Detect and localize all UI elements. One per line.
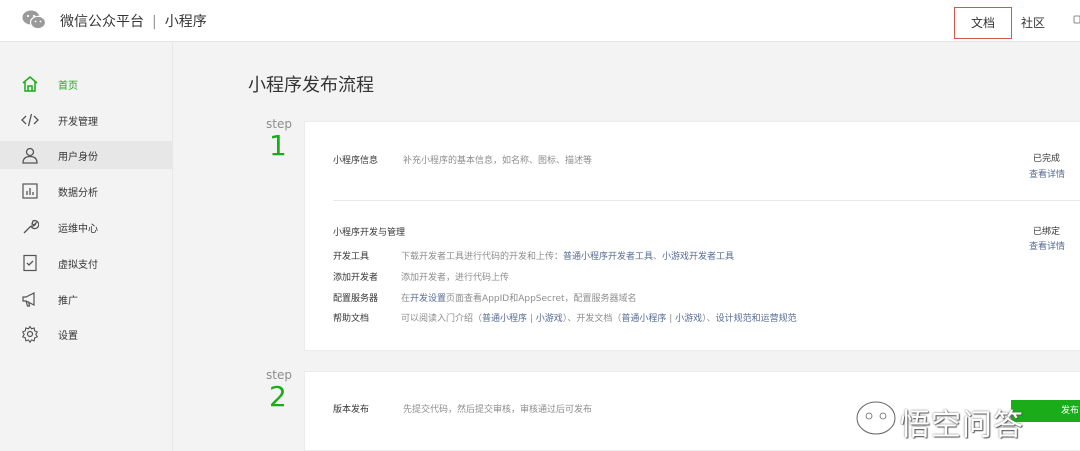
dev-tools-label: 开发工具 [333, 252, 370, 262]
wukong-logo-icon [855, 400, 897, 436]
step-number: 2 [269, 380, 287, 413]
minigame-devtools-link[interactable]: 小游戏开发者工具 [662, 252, 734, 262]
sidebar-item-label: 用户身份 [58, 152, 98, 163]
wrench-icon [23, 219, 39, 234]
sidebar-item-user-identity[interactable]: 用户身份 [0, 141, 172, 169]
user-icon [22, 147, 38, 164]
page-title: 小程序发布流程 [248, 75, 374, 96]
sidebar-item-ops-center[interactable]: 运维中心 [0, 213, 172, 241]
bar-separator: | [527, 314, 536, 324]
step-1-card: 小程序信息 补充小程序的基本信息，如名称、图标、描述等 已完成 查看详情 小程序… [304, 121, 1080, 351]
mini-program-info-title: 小程序信息 [333, 156, 379, 166]
sidebar-item-label: 数据分析 [58, 188, 98, 199]
config-server-text: 在开发设置页面查看AppID和AppSecret，配置服务器域名 [401, 291, 637, 304]
release-title: 版本发布 [333, 405, 370, 415]
sidebar-item-data-analysis[interactable]: 数据分析 [0, 177, 172, 205]
release-desc: 先提交代码，然后提交审核，审核通过后可发布 [403, 405, 593, 415]
docs-link[interactable]: 文档 [954, 7, 1012, 39]
brand-separator: | [152, 14, 157, 30]
config-server-post: 页面查看AppID和AppSecret，配置服务器域名 [446, 294, 637, 304]
docs-standard-link[interactable]: 普通小程序 [621, 314, 666, 324]
payment-icon [23, 254, 37, 272]
config-server-label: 配置服务器 [333, 294, 379, 304]
view-details-link[interactable]: 查看详情 [1029, 167, 1065, 180]
sidebar-item-label: 设置 [58, 331, 78, 342]
view-details-link[interactable]: 查看详情 [1029, 239, 1065, 252]
gear-icon [21, 325, 39, 343]
dev-management-title: 小程序开发与管理 [333, 228, 406, 238]
product-name: 小程序 [164, 14, 207, 30]
add-developer-label: 添加开发者 [333, 273, 379, 283]
section-divider [333, 200, 1080, 201]
community-link[interactable]: 社区 [1021, 14, 1045, 31]
intro-standard-link[interactable]: 普通小程序 [482, 314, 527, 324]
mini-program-info-desc: 补充小程序的基本信息，如名称、图标、描述等 [403, 156, 593, 166]
code-icon [21, 113, 39, 127]
watermark-text: 悟空问答 [900, 408, 1024, 443]
sidebar-item-label: 首页 [58, 81, 78, 92]
intro-minigame-link[interactable]: 小游戏 [536, 314, 563, 324]
dev-settings-link[interactable]: 开发设置 [410, 294, 446, 304]
brand-title[interactable]: 微信公众平台 | 小程序 [60, 11, 207, 31]
bar-separator: | [666, 314, 676, 324]
wechat-logo-icon[interactable] [22, 9, 46, 31]
home-icon [22, 76, 38, 92]
status-completed: 已完成 [1033, 154, 1061, 164]
status-bound: 已绑定 [1033, 227, 1061, 237]
add-developer-text: 添加开发者，进行代码上传 [401, 273, 510, 283]
chart-icon [22, 183, 38, 199]
and-text: 和 [751, 314, 761, 324]
step-number: 1 [269, 129, 287, 162]
help-docs-mid: ）、开发文档（ [562, 314, 622, 324]
megaphone-icon [22, 292, 35, 307]
standard-devtools-link[interactable]: 普通小程序开发者工具 [563, 252, 653, 262]
dev-tools-text: 下载开发者工具进行代码的开发和上传：普通小程序开发者工具、小游戏开发者工具 [401, 249, 734, 262]
sidebar-item-settings[interactable]: 设置 [0, 320, 172, 348]
sidebar-item-label: 开发管理 [58, 117, 98, 128]
link-separator: 、 [653, 252, 663, 262]
brand-name: 微信公众平台 [60, 14, 144, 30]
docs-minigame-link[interactable]: 小游戏 [675, 314, 702, 324]
sidebar-item-dev-management[interactable]: 开发管理 [0, 106, 172, 134]
help-docs-label: 帮助文档 [333, 314, 370, 324]
config-server-pre: 在 [401, 294, 411, 304]
sidebar-item-virtual-payment[interactable]: 虚拟支付 [0, 249, 172, 277]
dev-tools-desc: 下载开发者工具进行代码的开发和上传： [401, 252, 564, 262]
sidebar-item-label: 推广 [58, 296, 78, 307]
help-docs-pre: 可以阅读入门介绍（ [401, 314, 483, 324]
more-icon[interactable] [1072, 12, 1080, 26]
watermark: 悟空问答 [854, 388, 1064, 448]
design-spec-link[interactable]: 设计规范 [716, 314, 752, 324]
sidebar: 首页 开发管理 用户身份 数据分析 运维中心 虚拟支付 推广 设置 [0, 43, 173, 451]
top-bar: 微信公众平台 | 小程序 文档 社区 [0, 0, 1080, 42]
ops-spec-link[interactable]: 运营规范 [761, 314, 797, 324]
help-docs-end: ）、 [702, 314, 716, 324]
sidebar-item-promotion[interactable]: 推广 [0, 285, 172, 313]
sidebar-item-home[interactable]: 首页 [0, 70, 172, 98]
sidebar-item-label: 虚拟支付 [58, 260, 98, 271]
sidebar-item-label: 运维中心 [58, 224, 98, 235]
help-docs-text: 可以阅读入门介绍（普通小程序 | 小游戏）、开发文档（普通小程序 | 小游戏）、… [401, 311, 797, 324]
